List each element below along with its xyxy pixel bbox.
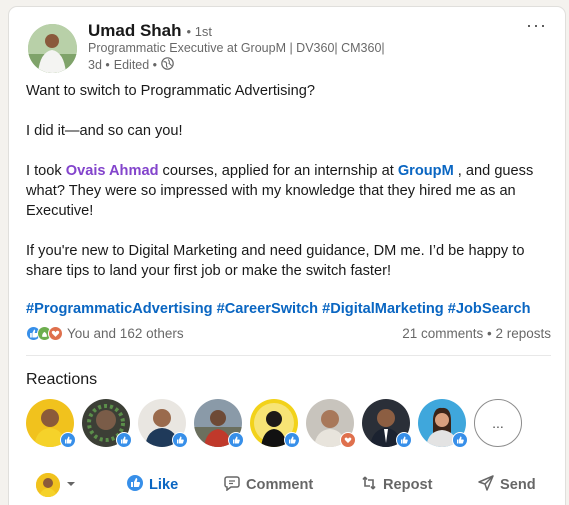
comments-reposts: 21 comments • 2 reposts (402, 326, 551, 341)
like-badge-icon (116, 432, 132, 448)
reaction-icons (26, 326, 63, 341)
comment-icon (224, 475, 240, 495)
author-name[interactable]: Umad Shah (88, 21, 182, 41)
repost-icon (361, 475, 377, 495)
text-span: courses, applied for an internship at (158, 163, 398, 179)
more-options-button[interactable]: ··· (526, 15, 547, 36)
repost-button[interactable]: Repost (361, 475, 432, 495)
comments-count[interactable]: 21 comments (402, 326, 483, 341)
hashtag-link[interactable]: #DigitalMarketing (322, 301, 444, 317)
social-counts: You and 162 others 21 comments • 2 repos… (26, 326, 551, 341)
reposts-count[interactable]: 2 reposts (495, 326, 551, 341)
like-badge-icon (60, 432, 76, 448)
globe-icon (161, 57, 174, 73)
reactors-list: ... (26, 399, 522, 448)
reactor-avatar[interactable] (250, 399, 300, 448)
reactor-avatar[interactable] (26, 399, 76, 448)
company-link[interactable]: GroupM (398, 163, 454, 179)
user-avatar (36, 473, 60, 497)
reactor-avatar[interactable] (138, 399, 188, 448)
like-label: Like (149, 477, 179, 493)
comment-label: Comment (246, 477, 314, 493)
mention-link[interactable]: Ovais Ahmad (66, 163, 159, 179)
separator: • (483, 326, 496, 341)
hashtag-link[interactable]: #JobSearch (448, 301, 531, 317)
reactor-avatar[interactable] (306, 399, 356, 448)
chevron-down-icon (66, 477, 76, 493)
like-icon (127, 475, 143, 495)
reactions-title: Reactions (26, 371, 98, 388)
send-label: Send (500, 477, 536, 493)
author-headline: Programmatic Executive at GroupM | DV360… (88, 41, 385, 55)
body-paragraph: Want to switch to Programmatic Advertisi… (26, 83, 316, 99)
like-badge-icon (172, 432, 188, 448)
like-badge-icon (452, 432, 468, 448)
reaction-identity-switcher[interactable] (36, 473, 76, 497)
body-paragraph: I did it—and so can you! (26, 123, 183, 139)
reactions-summary[interactable]: You and 162 others (26, 326, 184, 341)
reactor-avatar[interactable] (362, 399, 412, 448)
love-badge-icon (340, 432, 356, 448)
post-time: 3d • (88, 58, 110, 72)
more-reactors-button[interactable]: ... (474, 399, 522, 447)
author-avatar[interactable] (28, 24, 77, 73)
author-name-row: Umad Shah • 1st (88, 21, 212, 41)
connection-degree: • 1st (186, 24, 213, 39)
like-badge-icon (284, 432, 300, 448)
post-card: Umad Shah • 1st Programmatic Executive a… (8, 6, 566, 505)
reactor-avatar[interactable] (418, 399, 468, 448)
like-badge-icon (228, 432, 244, 448)
body-paragraph: I took Ovais Ahmad courses, applied for … (26, 161, 551, 221)
hashtag-link[interactable]: #CareerSwitch (217, 301, 318, 317)
reactions-count[interactable]: You and 162 others (67, 326, 184, 341)
text-span: I took (26, 163, 66, 179)
send-icon (478, 475, 494, 495)
reactor-avatar[interactable] (82, 399, 132, 448)
post-body: Want to switch to Programmatic Advertisi… (26, 81, 551, 301)
edited-label: Edited • (113, 58, 158, 72)
hashtag-link[interactable]: #ProgrammaticAdvertising (26, 301, 213, 317)
action-bar: Like Comment Repost Send (26, 471, 551, 499)
divider (26, 355, 551, 356)
comment-button[interactable]: Comment (224, 475, 313, 495)
post-meta: 3d • Edited • (88, 57, 174, 73)
like-button[interactable]: Like (127, 475, 178, 495)
send-button[interactable]: Send (478, 475, 536, 495)
like-badge-icon (396, 432, 412, 448)
body-paragraph: If you're new to Digital Marketing and n… (26, 243, 525, 279)
repost-label: Repost (383, 477, 433, 493)
hashtags: #ProgrammaticAdvertising #CareerSwitch #… (26, 301, 531, 317)
love-reaction-icon (48, 326, 63, 341)
reactor-avatar[interactable] (194, 399, 244, 448)
